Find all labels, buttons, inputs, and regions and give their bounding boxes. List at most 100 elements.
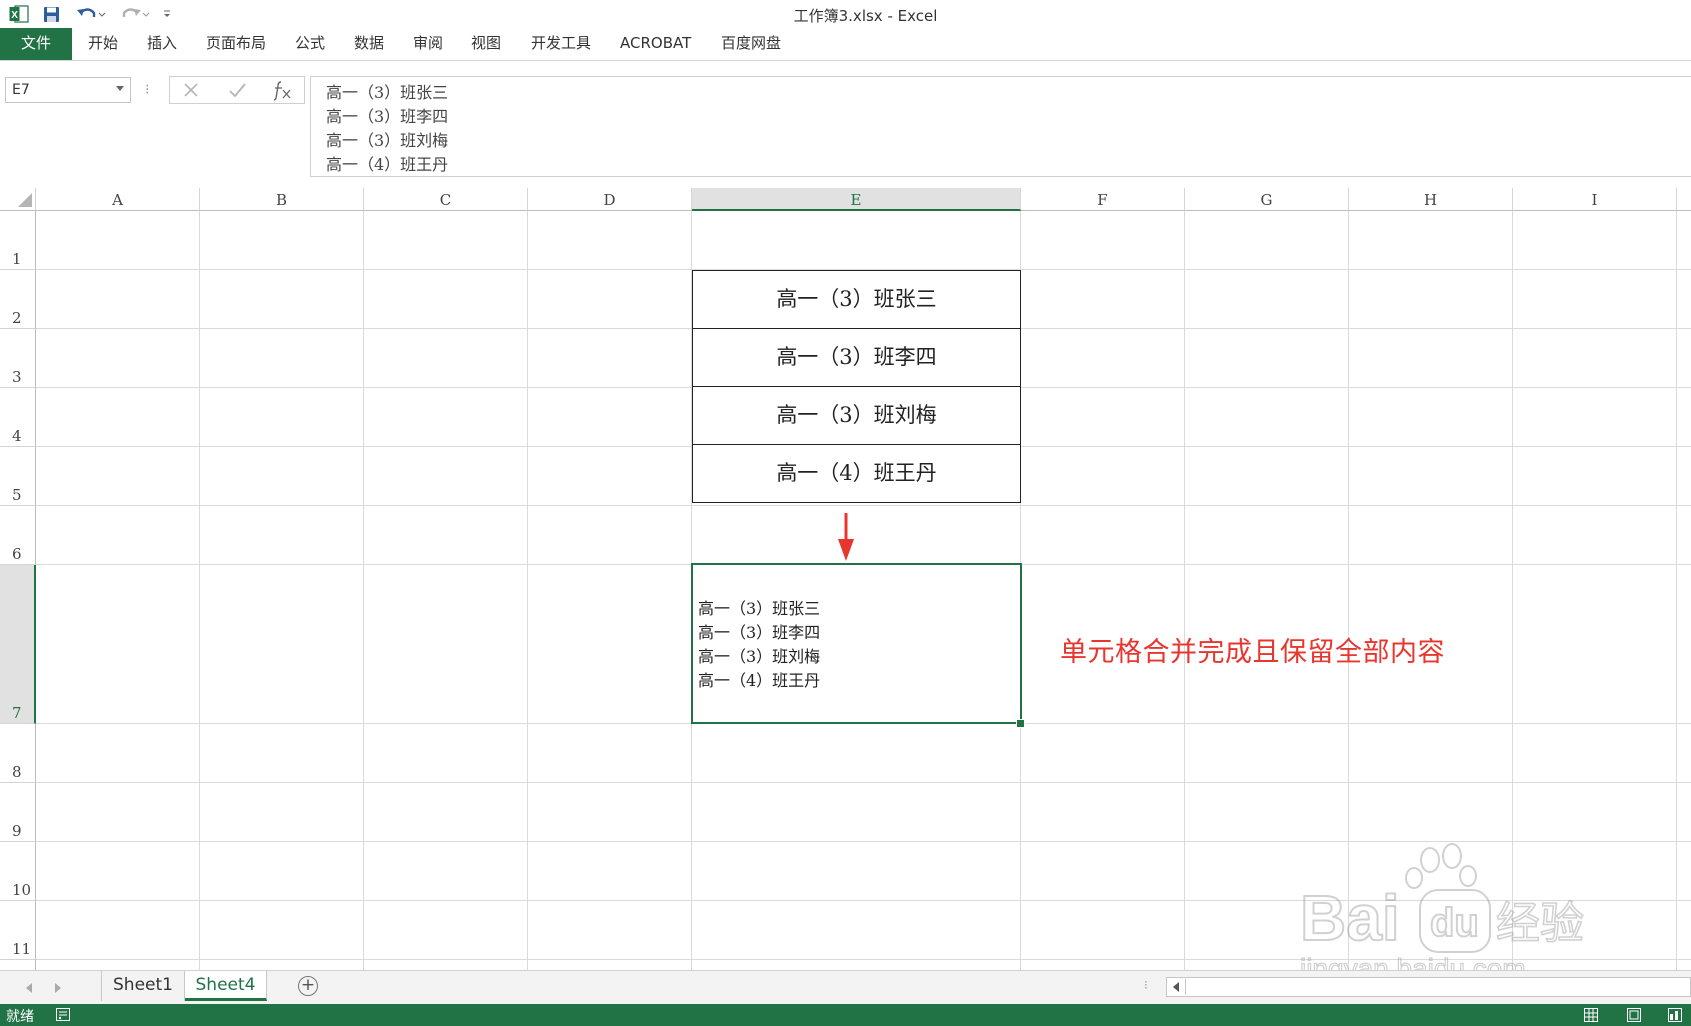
annotation-note: 单元格合并完成且保留全部内容	[1060, 637, 1445, 668]
column-header-i[interactable]: I	[1513, 188, 1677, 211]
row-header-2[interactable]: 2	[0, 270, 36, 329]
normal-view-icon[interactable]	[1584, 1008, 1598, 1022]
add-sheet-icon[interactable]: +	[298, 976, 318, 996]
formula-input[interactable]: 高一（3）班张三 高一（3）班李四 高一（3）班刘梅 高一（4）班王丹	[310, 76, 1691, 177]
svg-text:Bai: Bai	[1300, 882, 1400, 954]
row-header-9[interactable]: 9	[0, 783, 36, 842]
horizontal-scrollbar[interactable]	[1166, 977, 1691, 997]
column-header-f[interactable]: F	[1021, 188, 1185, 211]
row-header-7[interactable]: 7	[0, 565, 36, 724]
row-number: 4	[12, 427, 22, 445]
row-header-5[interactable]: 5	[0, 447, 36, 506]
row-number: 6	[12, 545, 22, 563]
arrow-down-icon	[838, 513, 854, 561]
sheet-tab-sheet4[interactable]: Sheet4	[185, 971, 267, 1001]
column-header-a[interactable]: A	[36, 188, 200, 211]
baidu-paw-logo-icon: Bai du 经验 jingyan.baidu.com	[1298, 843, 1585, 985]
grid-line	[36, 782, 1691, 783]
cell-line: 高一（3）班刘梅	[698, 647, 821, 666]
tab-insert[interactable]: 插入	[147, 28, 177, 60]
cell-e7-merged[interactable]: 高一（3）班张三 高一（3）班李四 高一（3）班刘梅 高一（4）班王丹	[691, 563, 1022, 724]
select-all-triangle-icon	[18, 193, 32, 207]
tab-review[interactable]: 审阅	[413, 28, 443, 60]
cell-e2[interactable]: 高一（3）班张三	[692, 270, 1021, 329]
column-header-b[interactable]: B	[200, 188, 364, 211]
tab-formulas[interactable]: 公式	[295, 28, 325, 60]
column-header-d[interactable]: D	[528, 188, 692, 211]
grid-line	[1676, 211, 1677, 970]
sheet-tab-sheet1[interactable]: Sheet1	[101, 971, 185, 1001]
enter-check-icon[interactable]	[226, 78, 248, 102]
status-text: 就绪	[6, 1009, 34, 1025]
sheet-tab-bar: Sheet1 Sheet4 + ⁝	[0, 970, 1691, 1004]
window-title: 工作簿3.xlsx - Excel	[793, 7, 938, 25]
grid-line	[363, 211, 364, 970]
tab-home[interactable]: 开始	[88, 28, 118, 60]
svg-text:经验: 经验	[1496, 898, 1584, 949]
scroll-left-icon[interactable]	[1173, 982, 1179, 992]
tab-baidu-netdisk[interactable]: 百度网盘	[721, 28, 781, 60]
select-all-corner[interactable]	[0, 188, 36, 211]
baidu-watermark: Bai du 经验 jingyan.baidu.com	[1290, 838, 1590, 988]
row-number: 1	[12, 250, 22, 268]
page-break-view-icon[interactable]	[1668, 1008, 1682, 1022]
row-header-11[interactable]: 11	[0, 901, 36, 960]
column-header-j[interactable]	[1677, 188, 1691, 211]
svg-text:du: du	[1430, 901, 1479, 945]
row-number: 5	[12, 486, 22, 504]
row-number: 7	[12, 704, 22, 722]
name-box-value: E7	[12, 82, 30, 98]
row-header-8[interactable]: 8	[0, 724, 36, 783]
status-bar: 就绪	[0, 1004, 1691, 1026]
cell-line: 高一（4）班王丹	[698, 671, 821, 690]
formula-line: 高一（3）班张三	[326, 83, 449, 102]
tab-data[interactable]: 数据	[354, 28, 384, 60]
tab-file[interactable]: 文件	[0, 28, 72, 60]
name-box[interactable]: E7	[5, 77, 131, 103]
page-layout-view-icon[interactable]	[1627, 1008, 1641, 1022]
insert-function-icon[interactable]	[270, 78, 294, 102]
formula-line: 高一（3）班刘梅	[326, 131, 449, 150]
sheet-prev-icon[interactable]	[26, 983, 32, 993]
tab-view[interactable]: 视图	[471, 28, 501, 60]
grid-line	[36, 505, 1691, 506]
tab-page-layout[interactable]: 页面布局	[206, 28, 266, 60]
cell-e3[interactable]: 高一（3）班李四	[692, 328, 1021, 387]
formula-line: 高一（4）班王丹	[326, 155, 449, 174]
row-header-1[interactable]: 1	[0, 211, 36, 270]
grid-line	[199, 211, 200, 970]
row-number: 2	[12, 309, 22, 327]
cell-e5[interactable]: 高一（4）班王丹	[692, 444, 1021, 503]
column-header-h[interactable]: H	[1349, 188, 1513, 211]
row-number: 8	[12, 763, 22, 781]
grid-line	[1184, 211, 1185, 970]
chevron-down-icon[interactable]	[116, 86, 124, 91]
column-header-e[interactable]: E	[692, 188, 1021, 211]
row-number: 10	[12, 881, 32, 899]
title-bar: X 工作簿3.xlsx - Excel	[0, 0, 1691, 28]
formula-bar-grip[interactable]: ⁝	[145, 82, 149, 98]
row-header-3[interactable]: 3	[0, 329, 36, 388]
row-number: 11	[12, 940, 32, 958]
row-header-10[interactable]: 10	[0, 842, 36, 901]
cancel-icon[interactable]	[180, 78, 202, 102]
grid-line	[527, 211, 528, 970]
row-header-12[interactable]	[0, 960, 36, 970]
row-number: 3	[12, 368, 22, 386]
ribbon-tabs: 文件 开始 插入 页面布局 公式 数据 审阅 视图 开发工具 ACROBAT 百…	[0, 28, 1691, 61]
cell-e4[interactable]: 高一（3）班刘梅	[692, 386, 1021, 445]
row-header-6[interactable]: 6	[0, 506, 36, 565]
row-header-4[interactable]: 4	[0, 388, 36, 447]
cell-line: 高一（3）班张三	[698, 599, 821, 618]
column-header-g[interactable]: G	[1185, 188, 1349, 211]
scroll-split-grip[interactable]: ⁝	[1144, 978, 1148, 992]
scrollbar-thumb[interactable]	[1185, 979, 1486, 995]
tab-developer[interactable]: 开发工具	[531, 28, 591, 60]
sheet-next-icon[interactable]	[55, 983, 61, 993]
column-header-c[interactable]: C	[364, 188, 528, 211]
formula-line: 高一（3）班李四	[326, 107, 449, 126]
tab-acrobat[interactable]: ACROBAT	[620, 28, 691, 60]
fill-handle[interactable]	[1016, 719, 1025, 728]
macro-record-icon[interactable]	[56, 1008, 70, 1021]
cell-line: 高一（3）班李四	[698, 623, 821, 642]
